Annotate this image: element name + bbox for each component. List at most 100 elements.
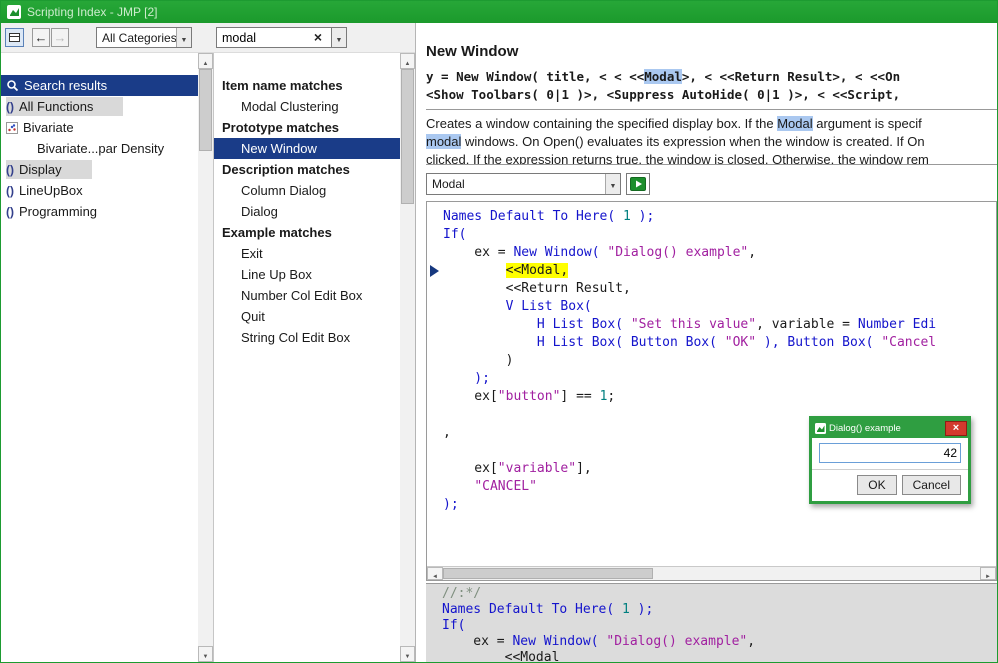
code-segment: Names Default To Here( <box>443 209 623 224</box>
dialog-title-bar[interactable]: Dialog() example <box>812 419 968 438</box>
code-segment <box>443 335 537 350</box>
code-line: H List Box( "Set this value", variable =… <box>443 316 936 334</box>
code-line: y = New Window( title, < < <<Modal>, < <… <box>426 67 997 85</box>
code-segment: <<Return Result, <box>443 281 631 296</box>
result-item[interactable]: Column Dialog <box>214 180 400 201</box>
dialog-jmp-icon <box>815 423 826 434</box>
code-line: Names Default To Here( 1 ); <box>442 602 997 618</box>
sidebar-item-label: LineUpBox <box>19 183 83 198</box>
left-section: All Categories <box>1 23 415 662</box>
current-line-marker-icon <box>430 265 439 277</box>
scrollbar-thumb[interactable] <box>401 69 414 204</box>
scrollbar-thumb[interactable] <box>199 69 212 151</box>
code-segment: Modal <box>777 116 812 131</box>
result-item-selected[interactable]: New Window <box>214 138 400 159</box>
code-segment: ); <box>630 602 653 617</box>
code-segment: argument is specif <box>813 116 922 131</box>
code-segment: Modal <box>644 69 682 84</box>
scroll-right-button[interactable] <box>980 567 996 580</box>
example-code-editor[interactable]: Names Default To Here( 1 );If( ex = New … <box>426 201 997 581</box>
result-item[interactable]: Exit <box>214 243 400 264</box>
dialog-example-window[interactable]: Dialog() example OK Cancel <box>809 416 971 504</box>
code-segment: Number Edi <box>858 317 936 332</box>
dialog-value-field[interactable] <box>819 443 961 463</box>
code-segment: If( <box>443 227 466 242</box>
code-segment: "OK" <box>725 335 756 350</box>
scroll-left-button[interactable] <box>427 567 443 580</box>
sidebar-item-lineupbox[interactable]: () LineUpBox <box>1 180 198 201</box>
code-segment: ), Button Box( <box>756 335 881 350</box>
category-dropdown[interactable]: All Categories <box>96 27 192 48</box>
category-panel: Search results () All Functions <box>1 53 213 662</box>
sidebar-item-programming[interactable]: () Programming <box>1 201 198 222</box>
full-script-block[interactable]: //:*/Names Default To Here( 1 );If( ex =… <box>426 583 997 662</box>
scroll-up-button[interactable] <box>400 53 415 69</box>
toggle-panels-button[interactable] <box>5 28 24 47</box>
code-segment: ; <box>607 389 615 404</box>
code-segment: 1 <box>623 209 631 224</box>
scrollbar-track[interactable] <box>443 567 980 580</box>
sidebar-item-all-functions[interactable]: () All Functions <box>1 96 198 117</box>
code-line: Names Default To Here( 1 ); <box>443 208 936 226</box>
sidebar-item-search-results[interactable]: Search results <box>1 75 198 96</box>
code-line: clicked. If the expression returns true,… <box>426 151 997 165</box>
scroll-down-button[interactable] <box>400 646 415 662</box>
result-item[interactable]: Dialog <box>214 201 400 222</box>
scrollbar-thumb[interactable] <box>443 568 653 579</box>
scroll-up-button[interactable] <box>198 53 213 69</box>
editor-horizontal-scrollbar[interactable] <box>427 566 996 580</box>
result-item[interactable]: String Col Edit Box <box>214 327 400 348</box>
run-example-button[interactable] <box>626 173 650 195</box>
cancel-button[interactable]: Cancel <box>902 475 961 495</box>
code-line: //:*/ <box>442 586 997 602</box>
results-scrollbar[interactable] <box>400 53 415 662</box>
sidebar-item-bivariate[interactable]: Bivariate <box>1 117 198 138</box>
code-line: ex["button"] == 1; <box>443 388 936 406</box>
sidebar-item-display[interactable]: () Display <box>1 159 198 180</box>
scrollbar-track[interactable] <box>400 69 415 646</box>
search-box[interactable] <box>216 27 332 48</box>
down-arrow-icon <box>405 645 411 663</box>
code-line: <<Modal, <box>443 262 936 280</box>
dialog-separator <box>812 469 968 470</box>
search-input[interactable] <box>217 31 309 45</box>
chevron-down-icon <box>610 177 617 191</box>
code-segment: <<Modal, <box>506 263 569 278</box>
code-segment: , <box>748 245 756 260</box>
code-segment: New Window( <box>513 245 607 260</box>
code-segment: V List Box( <box>506 299 592 314</box>
code-segment: ex[ <box>443 461 498 476</box>
sidebar-item-bivariate-nonpar-density[interactable]: Bivariate...par Density <box>1 138 198 159</box>
clear-search-button[interactable] <box>309 28 327 47</box>
code-segment: New Window( <box>512 634 606 649</box>
code-segment: If( <box>442 618 465 633</box>
category-scrollbar[interactable] <box>198 53 213 662</box>
dialog-body: OK Cancel <box>812 438 968 501</box>
result-item[interactable]: Number Col Edit Box <box>214 285 400 306</box>
search-history-dropdown[interactable] <box>332 27 347 48</box>
category-dropdown-arrow[interactable] <box>176 28 191 47</box>
forward-button[interactable] <box>51 28 69 47</box>
scrollbar-track[interactable] <box>198 69 213 646</box>
result-item[interactable]: Line Up Box <box>214 264 400 285</box>
scroll-down-button[interactable] <box>198 646 213 662</box>
result-item[interactable]: Quit <box>214 306 400 327</box>
code-line: If( <box>443 226 936 244</box>
ok-button[interactable]: OK <box>857 475 896 495</box>
sidebar-item-label: Display <box>19 162 62 177</box>
code-segment: windows. On Open() evaluates its express… <box>461 134 924 149</box>
dialog-close-button[interactable] <box>945 421 967 436</box>
code-segment: ], <box>576 461 592 476</box>
back-button[interactable] <box>32 28 50 47</box>
down-arrow-icon <box>203 645 209 663</box>
title-bar[interactable]: Scripting Index - JMP [2] <box>1 1 997 23</box>
example-dropdown[interactable]: Modal <box>426 173 621 195</box>
code-line: ex = New Window( "Dialog() example", <box>443 244 936 262</box>
chevron-down-icon <box>181 31 188 45</box>
example-dropdown-arrow[interactable] <box>605 174 620 194</box>
result-item[interactable]: Modal Clustering <box>214 96 400 117</box>
window-body: All Categories <box>1 23 997 662</box>
right-arrow-icon <box>985 565 991 582</box>
code-segment: ex = <box>442 634 512 649</box>
results-group-header: Prototype matches <box>214 117 400 138</box>
